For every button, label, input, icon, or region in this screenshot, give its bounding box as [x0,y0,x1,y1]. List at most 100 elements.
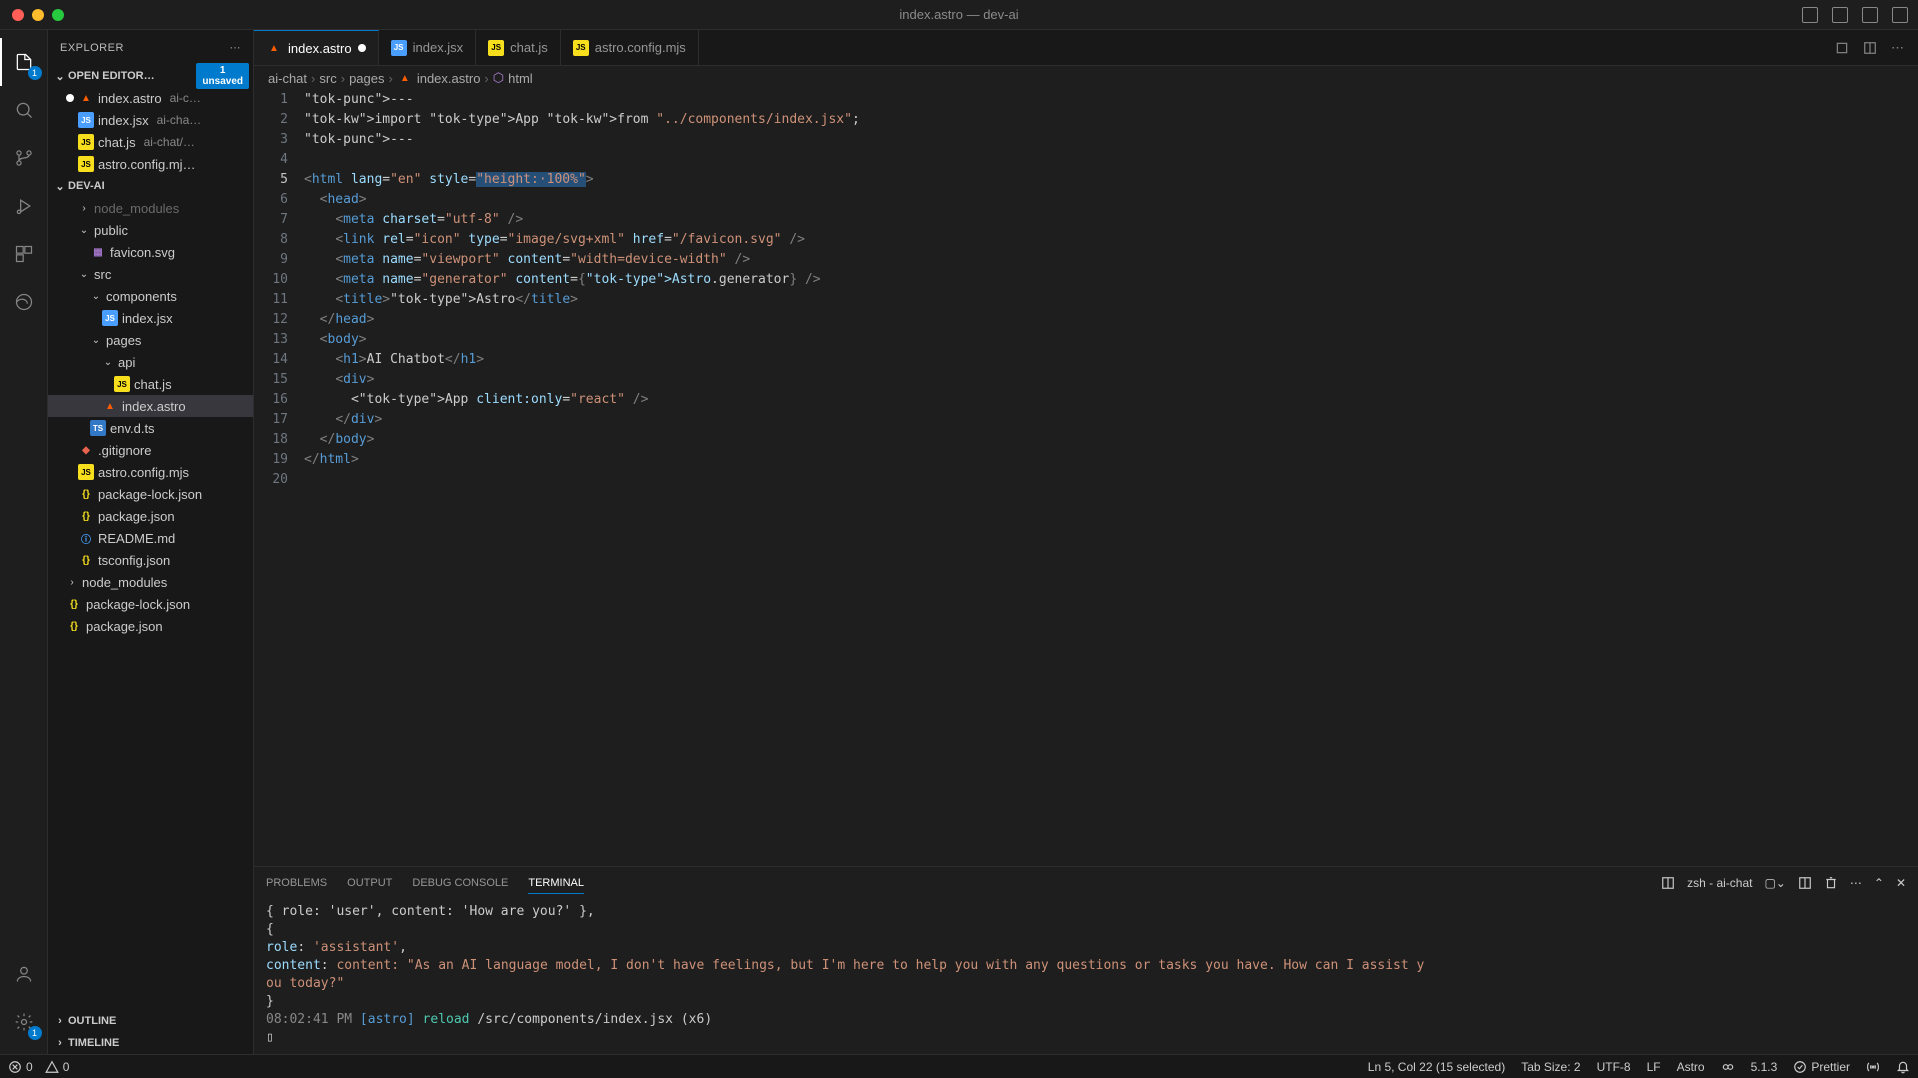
tree-folder[interactable]: ⌄pages [48,329,253,351]
panel-tab[interactable]: OUTPUT [347,873,392,893]
run-icon[interactable] [1835,41,1849,55]
kill-terminal-icon[interactable] [1824,876,1838,890]
status-language[interactable]: Astro [1677,1060,1705,1074]
account-icon [14,964,34,984]
tree-file[interactable]: {}package-lock.json [48,483,253,505]
breadcrumb-segment[interactable]: index.astro [417,71,481,86]
tree-file[interactable]: JSindex.jsx [48,307,253,329]
terminal-profile-icon[interactable] [1661,876,1675,890]
close-window[interactable] [12,9,24,21]
maximize-panel-icon[interactable]: ⌃ [1874,876,1884,890]
section-timeline[interactable]: › TIMELINE [48,1032,253,1054]
tree-label: public [94,223,128,238]
tree-file[interactable]: ◆ .gitignore [48,439,253,461]
tree-file[interactable]: JSastro.config.mjs [48,461,253,483]
editor-tab[interactable]: JSastro.config.mjs [561,30,699,65]
split-terminal-icon[interactable]: ▢⌄ [1764,876,1785,890]
tree-file[interactable]: ▲index.astro [48,395,253,417]
tree-file[interactable]: {}package.json [48,505,253,527]
minimize-window[interactable] [32,9,44,21]
js-icon: JS [78,156,94,172]
status-encoding[interactable]: UTF-8 [1597,1060,1631,1074]
tree-file[interactable]: ⓘREADME.md [48,527,253,549]
tree-folder[interactable]: ⌄components [48,285,253,307]
customize-layout-icon[interactable] [1892,7,1908,23]
tree-folder[interactable]: ⌄src [48,263,253,285]
status-bell[interactable] [1896,1060,1910,1074]
panel-more-icon[interactable]: ⋯ [1850,876,1862,890]
svg-icon: ▦ [90,244,106,260]
tree-label: src [94,267,111,282]
status-warnings[interactable]: 0 [45,1060,70,1074]
status-eol[interactable]: LF [1647,1060,1661,1074]
status-tabsize[interactable]: Tab Size: 2 [1521,1060,1580,1074]
breadcrumb-segment[interactable]: src [319,71,336,86]
breadcrumb-segment[interactable]: ai-chat [268,71,307,86]
tree-label: components [106,289,177,304]
editor-tab[interactable]: JSindex.jsx [379,30,477,65]
tree-file[interactable]: {}package.json [48,615,253,637]
tree-label: .gitignore [98,443,151,458]
activity-search[interactable] [0,86,48,134]
code-content[interactable]: "tok-punc">---"tok-kw">import "tok-type"… [304,90,1918,866]
tree-label: api [118,355,135,370]
settings-badge: 1 [28,1026,42,1040]
tree-file[interactable]: {}package-lock.json [48,593,253,615]
status-prettier[interactable]: Prettier [1793,1060,1850,1074]
editor-tab[interactable]: JSchat.js [476,30,561,65]
section-outline[interactable]: › OUTLINE [48,1010,253,1032]
tree-folder[interactable]: ⌄public [48,219,253,241]
activity-edge[interactable] [0,278,48,326]
panel-tab[interactable]: PROBLEMS [266,873,327,893]
terminal-output[interactable]: { role: 'user', content: 'How are you?' … [254,899,1918,1054]
editor-tab[interactable]: ▲index.astro [254,30,379,65]
tree-folder[interactable]: ›node_modules [48,197,253,219]
astro-icon: ▲ [102,398,118,414]
toggle-panel-right-icon[interactable] [1862,7,1878,23]
status-version[interactable]: 5.1.3 [1751,1060,1778,1074]
activity-extensions[interactable] [0,230,48,278]
toggle-panel-left-icon[interactable] [1802,7,1818,23]
js-icon: JS [78,134,94,150]
tree-folder[interactable]: ›node_modules [48,571,253,593]
activity-run-debug[interactable] [0,182,48,230]
status-errors[interactable]: 0 [8,1060,33,1074]
tree-label: package.json [98,509,175,524]
chevron-icon: › [66,577,78,588]
maximize-window[interactable] [52,9,64,21]
git-icon: ◆ [78,442,94,458]
activity-source-control[interactable] [0,134,48,182]
section-project[interactable]: ⌄ DEV-AI [48,175,253,197]
tree-file[interactable]: ▦favicon.svg [48,241,253,263]
activity-explorer[interactable]: 1 [0,38,48,86]
activity-settings[interactable]: 1 [0,998,48,1046]
editor-more-icon[interactable]: ⋯ [1891,40,1904,56]
close-panel-icon[interactable]: ✕ [1896,876,1906,890]
split-editor-icon[interactable] [1863,41,1877,55]
panel-tab[interactable]: DEBUG CONSOLE [412,873,508,893]
activity-accounts[interactable] [0,950,48,998]
tree-file[interactable]: TSenv.d.ts [48,417,253,439]
status-selection[interactable]: Ln 5, Col 22 (15 selected) [1368,1060,1505,1074]
breadcrumb-segment[interactable]: html [508,71,533,86]
split-terminal-icon-2[interactable] [1798,876,1812,890]
status-copilot[interactable] [1721,1060,1735,1074]
breadcrumb[interactable]: ai-chat›src›pages›▲index.astro›⬡html [254,66,1918,90]
tree-file[interactable]: {}tsconfig.json [48,549,253,571]
breadcrumb-segment[interactable]: pages [349,71,384,86]
panel-tab[interactable]: TERMINAL [528,873,584,894]
open-editor-item[interactable]: ▲index.astroai-c… [48,87,253,109]
tree-folder[interactable]: ⌄api [48,351,253,373]
chevron-right-icon: › [484,71,488,86]
explorer-more-icon[interactable]: ⋯ [230,41,242,54]
code-editor[interactable]: 1234567891011121314151617181920 "tok-pun… [254,90,1918,866]
section-open-editors[interactable]: ⌄ OPEN EDITOR… 1 unsaved [48,65,253,87]
open-editor-item[interactable]: JSastro.config.mj… [48,153,253,175]
tree-file[interactable]: JSchat.js [48,373,253,395]
open-editor-item[interactable]: JSindex.jsxai-cha… [48,109,253,131]
open-editor-item[interactable]: JSchat.jsai-chat/… [48,131,253,153]
terminal-shell[interactable]: zsh - ai-chat [1687,876,1752,890]
status-feedback[interactable] [1866,1060,1880,1074]
toggle-panel-bottom-icon[interactable] [1832,7,1848,23]
editor-tabs: ▲index.astroJSindex.jsxJSchat.jsJSastro.… [254,30,1918,66]
